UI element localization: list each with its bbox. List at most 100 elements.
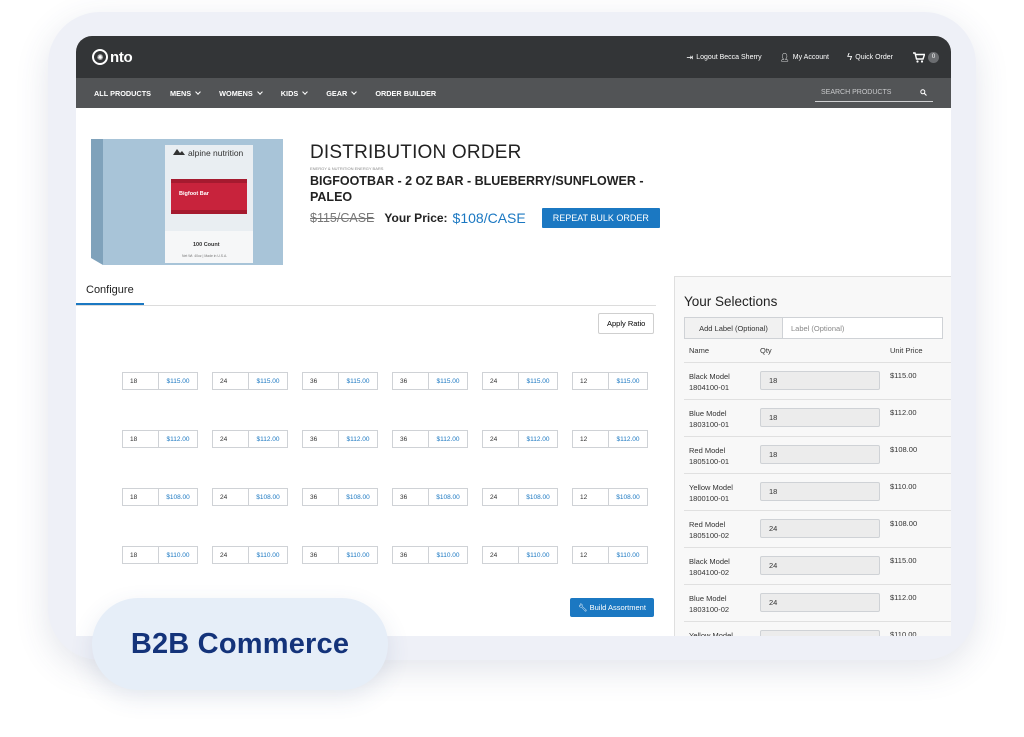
logo-text: nto bbox=[110, 48, 133, 66]
selection-row: Blue Model 1803100-02 24 $112.00 bbox=[684, 585, 951, 622]
quantity-input[interactable]: 24 bbox=[213, 373, 249, 389]
label-field-group: Add Label (Optional) bbox=[684, 317, 943, 339]
search-icon[interactable] bbox=[920, 89, 927, 96]
search-input[interactable] bbox=[821, 89, 911, 96]
nav-kids[interactable]: KIDS bbox=[281, 89, 309, 98]
quantity-input[interactable]: 18 bbox=[123, 373, 159, 389]
quantity-input[interactable]: 12 bbox=[573, 489, 609, 505]
selections-list: Black Model 1804100-01 18 $115.00 Blue Model… bbox=[684, 363, 951, 636]
price-addon: $110.00 bbox=[526, 551, 550, 559]
quantity-input[interactable]: 18 bbox=[123, 431, 159, 447]
selection-name: Black Model 1804100-01 bbox=[689, 371, 749, 393]
quantity-input[interactable]: 18 bbox=[123, 489, 159, 505]
build-assortment-button[interactable]: 🔧︎ Build Assortment bbox=[570, 598, 654, 617]
quantity-price-cell: 24 $110.00 bbox=[482, 546, 558, 564]
selection-qty-field[interactable]: 24 bbox=[760, 593, 880, 612]
price-addon: $110.00 bbox=[256, 551, 280, 559]
quantity-input[interactable]: 24 bbox=[483, 373, 519, 389]
quantity-input[interactable]: 36 bbox=[393, 431, 429, 447]
quantity-input[interactable]: 24 bbox=[213, 489, 249, 505]
selection-row: Yellow Model 24 $110.00 bbox=[684, 622, 951, 636]
nav-order-builder[interactable]: ORDER BUILDER bbox=[375, 89, 436, 98]
model-name: Red Model bbox=[689, 520, 726, 529]
quantity-price-cell: 12 $115.00 bbox=[572, 372, 648, 390]
quantity-input[interactable]: 24 bbox=[213, 547, 249, 563]
tab-configure[interactable]: Configure bbox=[86, 284, 134, 296]
price-addon: $112.00 bbox=[166, 435, 190, 443]
logout-link[interactable]: ⇥ Logout Becca Sherry bbox=[687, 53, 762, 62]
quantity-input[interactable]: 12 bbox=[573, 547, 609, 563]
quantity-input[interactable]: 12 bbox=[573, 431, 609, 447]
selection-qty-field[interactable]: 18 bbox=[760, 445, 880, 464]
price-addon: $108.00 bbox=[526, 493, 550, 501]
quantity-input[interactable]: 24 bbox=[483, 547, 519, 563]
quantity-price-cell: 24 $115.00 bbox=[482, 372, 558, 390]
selection-qty-field[interactable]: 24 bbox=[760, 630, 880, 636]
price-addon: $110.00 bbox=[346, 551, 370, 559]
quantity-price-cell: 36 $115.00 bbox=[392, 372, 468, 390]
cart-icon bbox=[913, 51, 925, 63]
my-account-link[interactable]: 👤︎ My Account bbox=[780, 53, 829, 62]
nav-gear[interactable]: GEAR bbox=[326, 88, 358, 98]
selection-name: Yellow Model 1800100-01 bbox=[689, 482, 749, 504]
quantity-input[interactable]: 24 bbox=[213, 431, 249, 447]
price-addon: $112.00 bbox=[256, 435, 280, 443]
chevron-down-icon bbox=[351, 88, 358, 95]
model-sku: 1804100-01 bbox=[689, 383, 730, 392]
selection-qty-field[interactable]: 18 bbox=[760, 482, 880, 501]
product-image-count: 100 Count bbox=[193, 242, 220, 248]
model-sku: 1805100-01 bbox=[689, 457, 730, 466]
quantity-input[interactable]: 18 bbox=[123, 547, 159, 563]
quantity-input[interactable]: 36 bbox=[393, 489, 429, 505]
selection-unit-price: $115.00 bbox=[890, 556, 917, 565]
nav-label: ORDER BUILDER bbox=[375, 88, 437, 98]
product-image-bar: Bigfoot Bar bbox=[179, 191, 210, 197]
model-sku: 1804100-02 bbox=[689, 568, 730, 577]
model-sku: 1803100-02 bbox=[689, 605, 730, 614]
nav-label: GEAR bbox=[326, 88, 348, 98]
quantity-input[interactable]: 36 bbox=[303, 431, 339, 447]
quantity-input[interactable]: 24 bbox=[483, 431, 519, 447]
selection-qty-field[interactable]: 24 bbox=[760, 556, 880, 575]
selection-name: Blue Model 1803100-02 bbox=[689, 593, 749, 615]
product-image: alpine nutrition Bigfoot Bar 100 Count N… bbox=[91, 139, 283, 265]
selection-qty-field[interactable]: 24 bbox=[760, 519, 880, 538]
nav-all-products[interactable]: ALL PRODUCTS bbox=[94, 89, 151, 98]
logo[interactable]: ✺ nto bbox=[92, 48, 133, 66]
nav-label: ALL PRODUCTS bbox=[94, 88, 152, 98]
nav-mens[interactable]: MENS bbox=[170, 88, 201, 98]
quantity-price-cell: 18 $108.00 bbox=[122, 488, 198, 506]
selection-name: Black Model 1804100-02 bbox=[689, 556, 749, 578]
model-name: Red Model bbox=[689, 446, 726, 455]
search-box bbox=[815, 84, 933, 102]
price-addon: $110.00 bbox=[166, 551, 190, 559]
quantity-input[interactable]: 12 bbox=[573, 373, 609, 389]
grid-row: 18 $110.00 24 $110.00 36 $110.00 36 $110.00 24 $1… bbox=[122, 546, 648, 564]
logo-icon: ✺ bbox=[92, 49, 108, 65]
quantity-price-cell: 36 $108.00 bbox=[392, 488, 468, 506]
quick-order-link[interactable]: ϟ Quick Order bbox=[847, 52, 893, 63]
product-info: DISTRIBUTION ORDER ENERGY & NUTRITION EN… bbox=[310, 142, 660, 228]
repeat-bulk-order-button[interactable]: REPEAT BULK ORDER bbox=[541, 208, 660, 228]
quantity-input[interactable]: 36 bbox=[303, 547, 339, 563]
nav-womens[interactable]: WOMENS bbox=[219, 89, 263, 98]
apply-ratio-button[interactable]: Apply Ratio bbox=[598, 313, 655, 334]
model-name: Yellow Model bbox=[689, 631, 733, 636]
model-name: Yellow Model bbox=[689, 483, 733, 492]
nav-label: MENS bbox=[170, 88, 192, 98]
quantity-input[interactable]: 24 bbox=[483, 489, 519, 505]
quantity-input[interactable]: 36 bbox=[393, 373, 429, 389]
price-addon: $115.00 bbox=[526, 377, 550, 385]
label-input[interactable] bbox=[783, 318, 942, 338]
selection-qty-field[interactable]: 18 bbox=[760, 408, 880, 427]
cart-button[interactable]: 0 bbox=[913, 51, 939, 63]
model-name: Black Model bbox=[689, 372, 730, 381]
logout-icon: ⇥ bbox=[686, 52, 694, 62]
selection-unit-price: $112.00 bbox=[890, 593, 917, 602]
quantity-input[interactable]: 36 bbox=[393, 547, 429, 563]
selection-qty-field[interactable]: 18 bbox=[760, 371, 880, 390]
quantity-input[interactable]: 36 bbox=[303, 489, 339, 505]
quantity-input[interactable]: 36 bbox=[303, 373, 339, 389]
grid-row: 18 $115.00 24 $115.00 36 $115.00 36 $115.00 24 $1… bbox=[122, 372, 648, 390]
price-addon: $108.00 bbox=[436, 493, 460, 501]
